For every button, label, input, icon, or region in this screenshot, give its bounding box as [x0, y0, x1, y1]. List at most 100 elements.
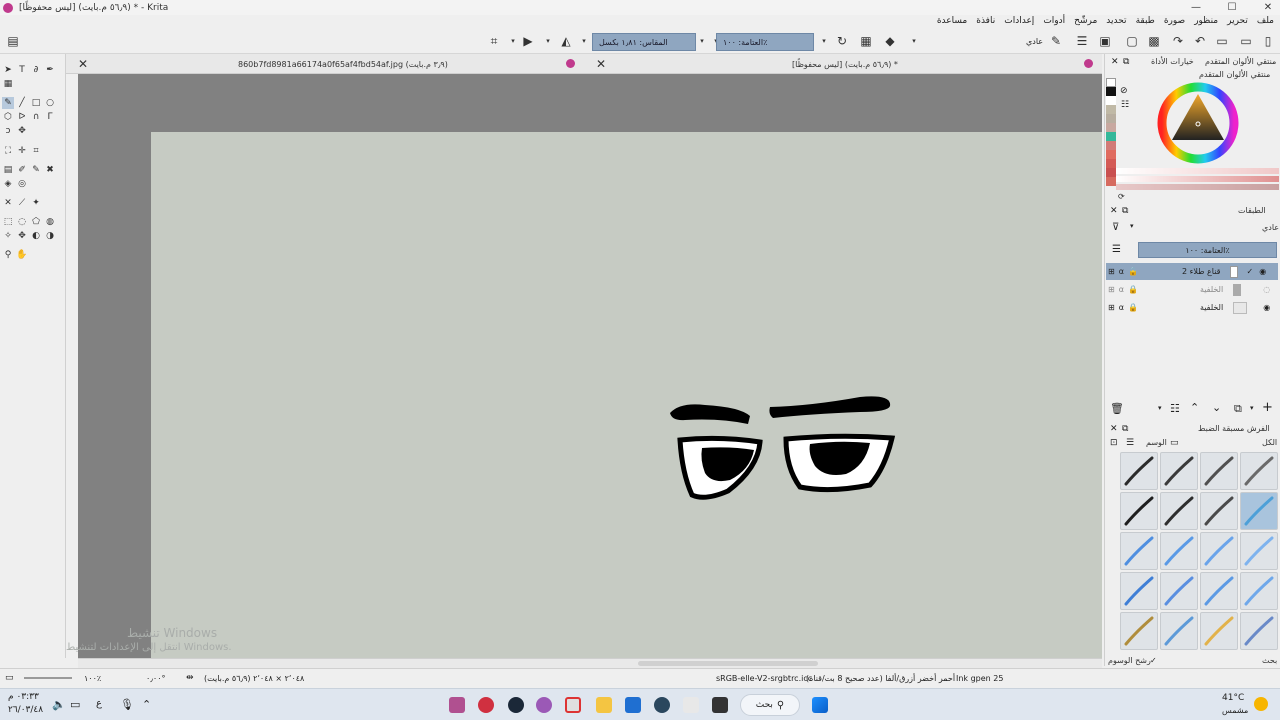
layer-row[interactable]: ⊞ α 🔒 الخلفية ◌ [1106, 281, 1278, 298]
tag-select[interactable]: ▭ [1170, 438, 1179, 448]
brush-preset[interactable] [1200, 532, 1238, 570]
color-wheel[interactable] [1152, 80, 1244, 166]
float-docker-icon[interactable]: ⧉ [1123, 57, 1129, 67]
brush-view-icon[interactable]: ⊡ [1110, 438, 1118, 448]
app-taskbar-icon[interactable] [536, 697, 552, 713]
close-docker-icon[interactable]: ✕ [1110, 206, 1118, 216]
add-layer-icon[interactable]: + [1262, 400, 1273, 415]
zoom-tool-icon[interactable]: ⚲ [2, 249, 14, 261]
alpha-icon[interactable]: α [1119, 285, 1124, 294]
swatch[interactable] [1106, 123, 1116, 132]
polygon-tool-icon[interactable]: ⬡ [2, 111, 14, 123]
pattern-icon[interactable]: ▩ [1146, 33, 1162, 49]
menu-layer[interactable]: طبقة [1136, 16, 1155, 26]
reference-tool-icon[interactable]: ✦ [30, 197, 42, 209]
chevron-down-icon[interactable]: ▾ [906, 33, 922, 49]
minimize-icon[interactable]: — [1184, 0, 1208, 15]
color-history-strip[interactable] [1106, 78, 1116, 198]
close-tab-icon[interactable]: ✕ [596, 57, 606, 71]
swatch[interactable] [1106, 159, 1116, 168]
menu-image[interactable]: صورة [1164, 16, 1185, 26]
rect-select-icon[interactable]: ⬚ [2, 216, 14, 228]
app-taskbar-icon[interactable] [478, 697, 494, 713]
redo-icon[interactable]: ↷ [1170, 33, 1186, 49]
move-layer-up-icon[interactable]: ⌃ [1190, 401, 1199, 414]
microphone-icon[interactable]: 🎙 [120, 698, 134, 711]
tab-color-selector[interactable]: منتقي الألوان المتقدم [1205, 57, 1276, 66]
brush-preset[interactable] [1160, 612, 1198, 650]
color-slider-1[interactable] [1116, 168, 1279, 174]
assistant-tool-icon[interactable]: ✕ [2, 197, 14, 209]
menu-settings[interactable]: إعدادات [1004, 16, 1034, 26]
pan-tool-icon[interactable]: ✋ [16, 249, 28, 261]
select-shape-icon[interactable]: ➤ [2, 64, 14, 76]
freehand-select-icon[interactable]: ◍ [44, 216, 56, 228]
lock-icon[interactable]: 🔒 [1128, 285, 1138, 294]
color-picker-icon[interactable]: ✐ [16, 164, 28, 176]
ellipse-select-icon[interactable]: ◌ [16, 216, 28, 228]
chevron-down-icon[interactable]: ▾ [1158, 404, 1162, 412]
lock-icon[interactable]: 🔒 [1128, 267, 1138, 276]
menu-window[interactable]: نافذة [976, 16, 995, 26]
crop-icon[interactable]: ⌗ [486, 33, 502, 49]
enclose-fill-icon[interactable]: ◎ [16, 178, 28, 190]
app-taskbar-icon[interactable] [712, 697, 728, 713]
smart-patch-icon[interactable]: ✖ [44, 164, 56, 176]
mirror-horizontal-icon[interactable]: ◭ [558, 33, 574, 49]
rotation-value[interactable]: ٠٫٠٠° [146, 674, 166, 683]
store-icon[interactable] [625, 697, 641, 713]
visibility-eye-icon[interactable]: ◉ [1259, 267, 1266, 276]
open-icon[interactable]: ▭ [1238, 33, 1254, 49]
menu-tools[interactable]: أدوات [1043, 16, 1065, 26]
visibility-eye-icon[interactable]: ◉ [1263, 303, 1270, 312]
color-slider-3[interactable] [1116, 184, 1279, 190]
menu-icon[interactable]: ☷ [1121, 100, 1129, 110]
rectangle-tool-icon[interactable]: □ [30, 97, 42, 109]
brush-size-slider[interactable]: المقاس: ١٫٨١ بكسل [592, 33, 696, 51]
file-explorer-icon[interactable] [596, 697, 612, 713]
app-taskbar-icon[interactable] [683, 697, 699, 713]
chrome-taskbar-icon[interactable] [565, 697, 581, 713]
multibrush-icon[interactable]: ✥ [16, 125, 28, 137]
brush-preset[interactable] [1120, 492, 1158, 530]
measure-tool-icon[interactable]: ⟋ [16, 197, 28, 209]
text-tool-icon[interactable]: T [16, 64, 28, 76]
canvas-only-icon[interactable]: ▭ [5, 673, 14, 683]
brush-filter-label[interactable]: الكل [1262, 438, 1277, 447]
polyline-tool-icon[interactable]: ᐅ [16, 111, 28, 123]
alpha-lock-icon[interactable]: ▦ [858, 33, 874, 49]
menu-help[interactable]: مساعدة [937, 16, 967, 26]
lock-icon[interactable]: 🔒 [1128, 303, 1138, 312]
magnetic-select-icon[interactable]: ◑ [44, 230, 56, 242]
visibility-eye-icon[interactable]: ◌ [1263, 285, 1270, 294]
brush-preset[interactable] [1160, 572, 1198, 610]
steam-taskbar-icon[interactable] [508, 697, 524, 713]
brush-preset[interactable] [1200, 612, 1238, 650]
similar-select-icon[interactable]: ✥ [16, 230, 28, 242]
speaker-icon[interactable]: 🔈 [52, 698, 66, 711]
menu-select[interactable]: تحديد [1106, 16, 1126, 26]
layer-row[interactable]: ⊞ α 🔒 قناع طلاء 2 ✓ ◉ [1106, 263, 1278, 280]
brush-search-label[interactable]: بحث [1262, 656, 1277, 665]
inherit-alpha-icon[interactable]: ⊞ [1108, 267, 1115, 276]
line-tool-icon[interactable]: ╱ [16, 97, 28, 109]
brush-preset[interactable] [1120, 532, 1158, 570]
scrollbar-thumb[interactable] [638, 661, 818, 666]
rotate-canvas-icon[interactable]: ⇹ [186, 673, 194, 683]
swatch[interactable] [1106, 168, 1116, 177]
save-icon[interactable]: ▭ [1214, 33, 1230, 49]
brush-preset[interactable] [1240, 532, 1278, 570]
close-docker-icon[interactable]: ✕ [1110, 424, 1118, 434]
brush-preset[interactable] [1160, 452, 1198, 490]
steam-taskbar-icon[interactable] [654, 697, 670, 713]
layer-blend-mode[interactable]: عادي [1262, 223, 1279, 232]
check-icon[interactable]: ✓ [1246, 267, 1253, 276]
brush-preset[interactable] [1240, 612, 1278, 650]
clock-time[interactable]: ٠٣:٣٣ م [8, 692, 39, 702]
new-document-icon[interactable]: ▯ [1260, 33, 1276, 49]
swatch[interactable] [1106, 96, 1116, 105]
windows-start-icon[interactable] [812, 697, 828, 713]
swatch[interactable] [1106, 132, 1116, 141]
eraser-icon[interactable]: ◆ [882, 33, 898, 49]
chevron-down-icon[interactable]: ▾ [1250, 404, 1254, 412]
